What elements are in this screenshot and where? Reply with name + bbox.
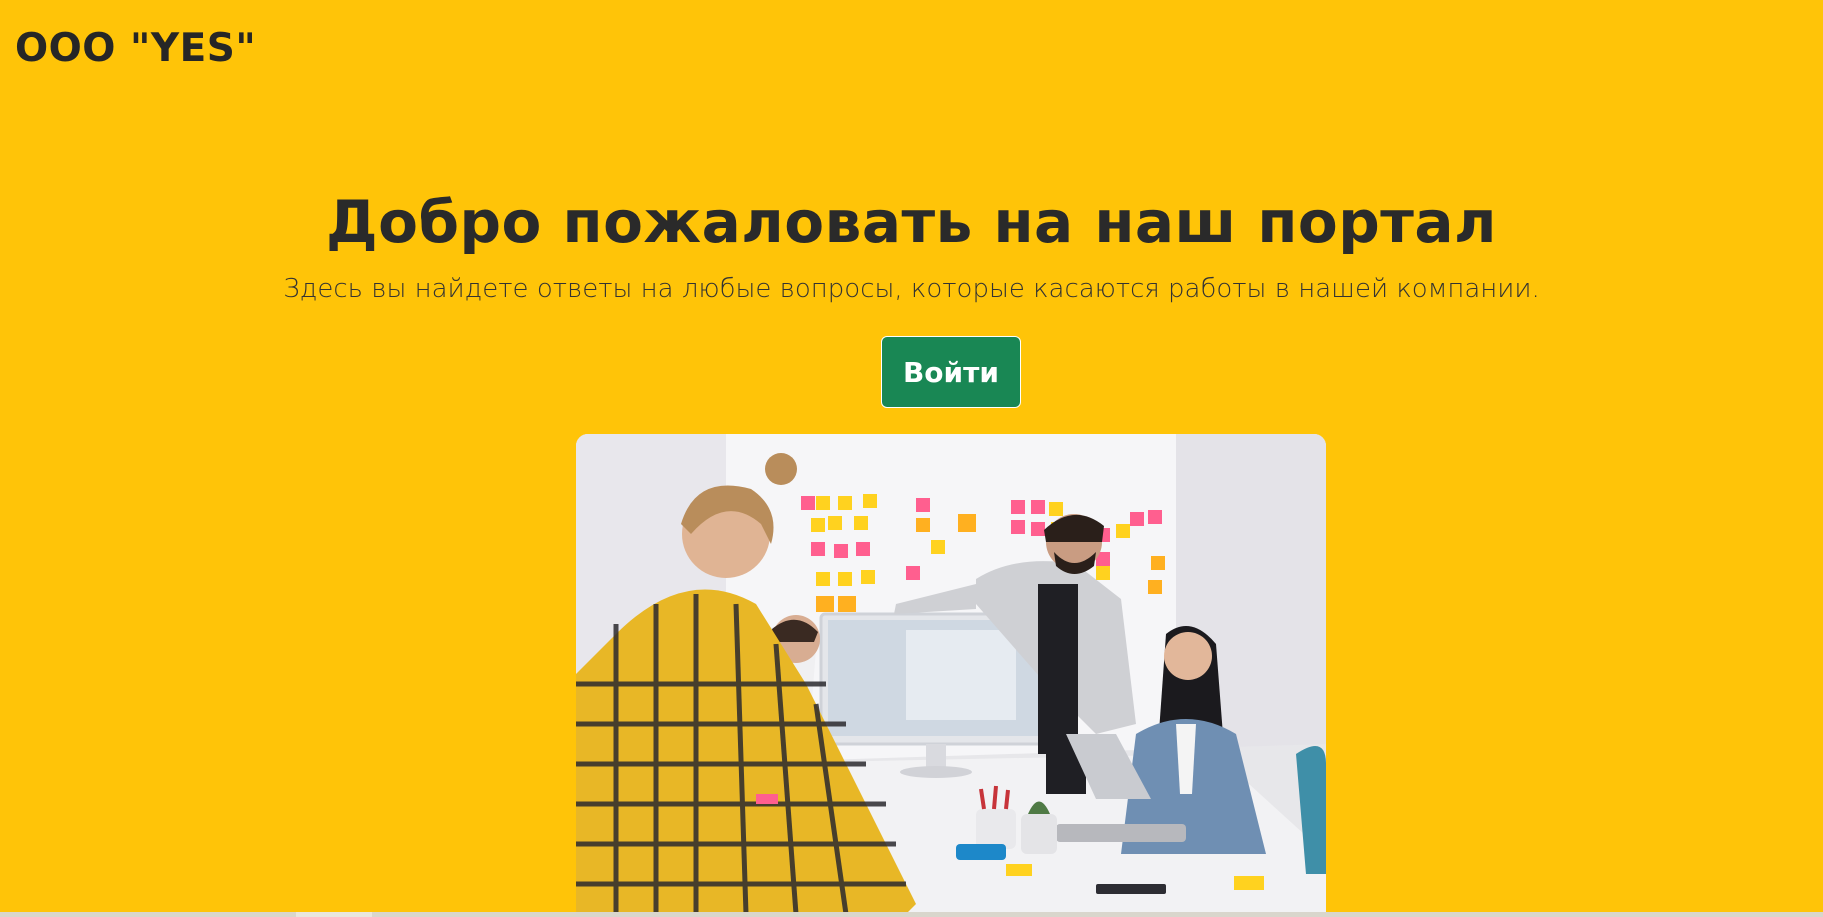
hero-subtitle: Здесь вы найдете ответы на любые вопросы… <box>283 274 1540 304</box>
horizontal-scrollbar[interactable] <box>0 912 1823 917</box>
brand-logo-text: ООО "YES" <box>15 26 257 71</box>
hero-image <box>576 434 1326 914</box>
team-meeting-illustration <box>576 434 1326 914</box>
scrollbar-thumb[interactable] <box>296 912 372 917</box>
page-title: Добро пожаловать на наш портал <box>325 188 1498 256</box>
login-button[interactable]: Войти <box>881 336 1021 408</box>
